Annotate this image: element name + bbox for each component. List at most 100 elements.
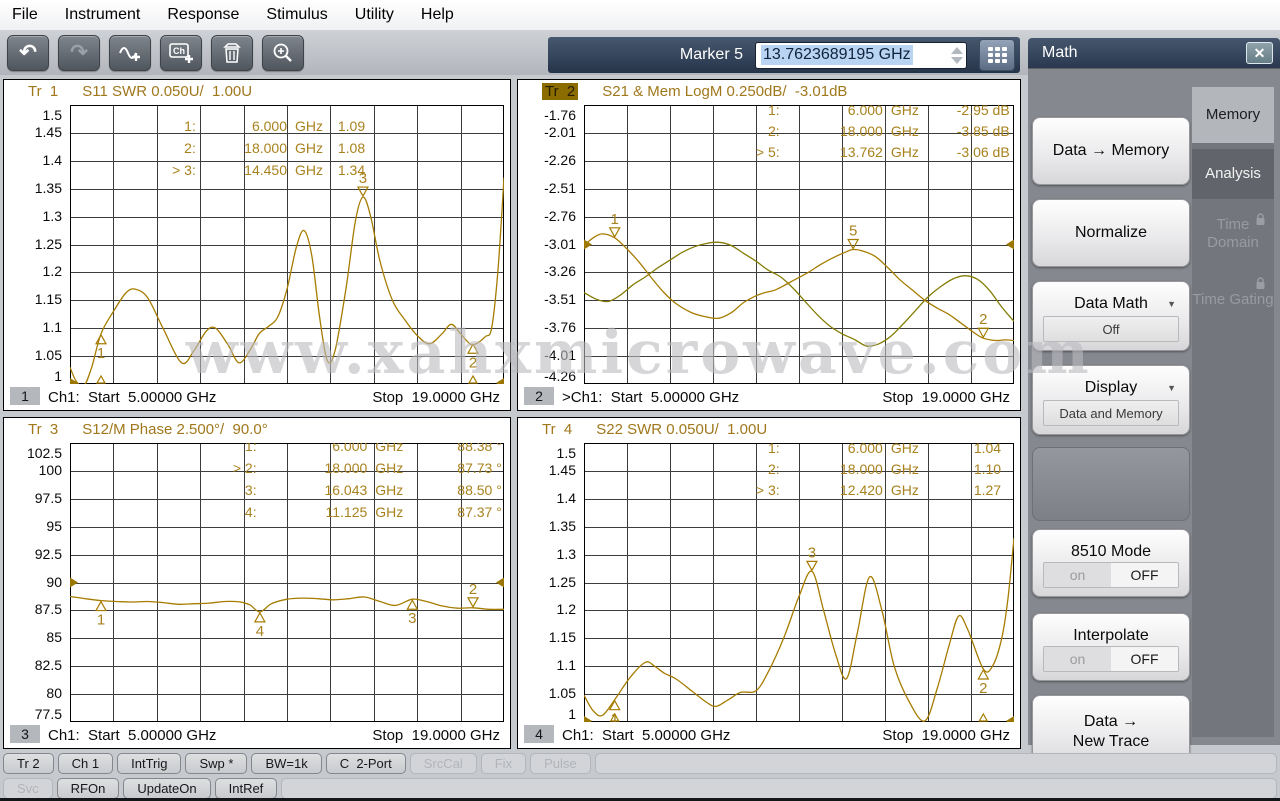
y-axis-tick: 1.05 xyxy=(548,685,576,702)
menu-response[interactable]: Response xyxy=(167,6,239,24)
trace-label[interactable]: Tr 2 xyxy=(542,83,579,100)
mode-8510-button[interactable]: 8510 Mode on OFF xyxy=(1032,529,1190,597)
data-math-button[interactable]: Data Math ▼ Off xyxy=(1032,281,1190,351)
plot-quadrant-2[interactable]: Tr 2 S21 & Mem LogM 0.250dB/ -3.01dB -1.76… xyxy=(517,79,1021,411)
svg-text:GHz: GHz xyxy=(295,162,323,178)
window-number-badge[interactable]: 2 xyxy=(524,387,554,405)
status-pulse[interactable]: Pulse xyxy=(530,753,591,774)
menu-instrument[interactable]: Instrument xyxy=(65,6,141,24)
trace-label[interactable]: Tr 1 xyxy=(28,83,58,100)
svg-text:Ch: Ch xyxy=(173,46,185,56)
svg-text:> 3:: > 3: xyxy=(756,482,780,498)
svg-text:GHz: GHz xyxy=(891,144,919,160)
status-bw-1k[interactable]: BW=1k xyxy=(251,753,322,774)
display-button[interactable]: Display ▼ Data and Memory xyxy=(1032,365,1190,435)
svg-text:1.27: 1.27 xyxy=(974,482,1001,498)
plot-quadrant-1[interactable]: Tr 1 S11 SWR 0.050U/ 1.00U 1.5 1.45 1.4 1.35 1… xyxy=(3,79,511,411)
redo-button[interactable]: ↷ xyxy=(58,34,100,71)
status-rfon[interactable]: RFOn xyxy=(56,778,120,799)
interpolate-button[interactable]: Interpolate on OFF xyxy=(1032,613,1190,681)
display-value[interactable]: Data and Memory xyxy=(1043,400,1179,426)
mode-8510-toggle[interactable]: on OFF xyxy=(1043,562,1179,588)
tab-analysis[interactable]: Analysis xyxy=(1192,149,1274,199)
data-to-memory-button[interactable]: Data → Memory xyxy=(1032,117,1190,185)
svg-text:1.09: 1.09 xyxy=(338,118,365,134)
y-axis-tick: 87.5 xyxy=(34,601,62,618)
trace-label[interactable]: Tr 4 xyxy=(542,421,572,438)
status-srccal[interactable]: SrcCal xyxy=(409,753,477,774)
channel-stimulus-stop: Stop 19.0000 GHz xyxy=(372,727,500,744)
status-svc[interactable]: Svc xyxy=(3,778,53,799)
svg-text:87.73 °: 87.73 ° xyxy=(457,460,502,476)
svg-text:> 5:: > 5: xyxy=(756,144,780,160)
y-axis-tick: 1.15 xyxy=(548,629,576,646)
svg-text:GHz: GHz xyxy=(295,118,323,134)
y-axis-tick: -3.01 xyxy=(544,235,576,252)
plot-quadrant-3[interactable]: Tr 3 S12/M Phase 2.500°/ 90.0° 102.5 100 97.… xyxy=(3,417,511,749)
marker-value[interactable]: 13.7623689195 GHz xyxy=(761,45,913,65)
svg-text:GHz: GHz xyxy=(891,482,919,498)
data-math-value[interactable]: Off xyxy=(1043,316,1179,342)
svg-text:3: 3 xyxy=(408,610,416,627)
svg-text:16.043: 16.043 xyxy=(324,482,367,498)
status-tr-2[interactable]: Tr 2 xyxy=(3,753,54,774)
svg-text:87.37 °: 87.37 ° xyxy=(457,504,502,520)
status-inttrig[interactable]: IntTrig xyxy=(117,753,182,774)
y-axis-tick: -3.76 xyxy=(544,319,576,336)
window-number-badge[interactable]: 4 xyxy=(524,725,554,743)
undo-icon: ↶ xyxy=(19,41,37,64)
spinner-down-icon[interactable] xyxy=(951,56,963,64)
marker-spinner[interactable] xyxy=(951,46,963,64)
y-axis-tick: -1.76 xyxy=(544,107,576,123)
close-icon: ✕ xyxy=(1253,44,1266,61)
keypad-icon xyxy=(987,47,1007,63)
window-number-badge[interactable]: 1 xyxy=(10,387,40,405)
add-trace-button[interactable] xyxy=(109,34,151,71)
y-axis-tick: 1.4 xyxy=(42,151,62,168)
svg-text:GHz: GHz xyxy=(375,443,403,454)
tab-time-domain: Time Domain xyxy=(1192,205,1274,263)
empty-button xyxy=(1032,447,1190,521)
plot-canvas: 1: 6.000 GHz 1.04 2: 18.000 GHz 1.10 > 3: 12.420 G… xyxy=(584,443,1014,722)
svg-text:2:: 2: xyxy=(184,140,196,156)
redo-icon: ↷ xyxy=(70,41,88,64)
zoom-button[interactable] xyxy=(262,34,304,71)
y-axis-tick: 1.4 xyxy=(556,489,576,506)
svg-text:6.000: 6.000 xyxy=(252,118,287,134)
status-intref[interactable]: IntRef xyxy=(214,778,278,799)
menu-stimulus[interactable]: Stimulus xyxy=(266,6,327,24)
undo-button[interactable]: ↶ xyxy=(7,34,49,71)
svg-text:2: 2 xyxy=(979,311,987,328)
status-swp-[interactable]: Swp * xyxy=(185,753,248,774)
close-button[interactable]: ✕ xyxy=(1246,42,1273,64)
delete-button[interactable] xyxy=(211,34,253,71)
menu-help[interactable]: Help xyxy=(421,6,454,24)
y-axis-tick: 1.5 xyxy=(42,107,62,123)
menu-bar: File Instrument Response Stimulus Utilit… xyxy=(0,0,1280,30)
y-axis-tick: 80 xyxy=(46,685,62,702)
status-ch-1[interactable]: Ch 1 xyxy=(57,753,114,774)
interpolate-toggle[interactable]: on OFF xyxy=(1043,646,1179,672)
keypad-button[interactable] xyxy=(979,39,1015,71)
y-axis-tick: -2.76 xyxy=(544,207,576,224)
status-updateon[interactable]: UpdateOn xyxy=(123,778,211,799)
chevron-down-icon: ▼ xyxy=(1167,383,1176,393)
plot-quadrant-4[interactable]: Tr 4 S22 SWR 0.050U/ 1.00U 1.5 1.45 1.4 1.35 1… xyxy=(517,417,1021,749)
add-channel-button[interactable]: Ch xyxy=(160,34,202,71)
svg-text:2:: 2: xyxy=(768,123,780,139)
channel-stimulus-start: >Ch1: Start 5.00000 GHz xyxy=(562,389,740,406)
normalize-button[interactable]: Normalize xyxy=(1032,199,1190,267)
trace-label[interactable]: Tr 3 xyxy=(28,421,58,438)
y-axis-tick: 97.5 xyxy=(34,489,62,506)
menu-utility[interactable]: Utility xyxy=(355,6,394,24)
spinner-up-icon[interactable] xyxy=(951,46,963,54)
window-number-badge[interactable]: 3 xyxy=(10,725,40,743)
y-axis-tick: 1.15 xyxy=(34,291,62,308)
menu-file[interactable]: File xyxy=(12,6,38,24)
svg-text:3:: 3: xyxy=(245,482,257,498)
tab-memory[interactable]: Memory xyxy=(1192,87,1274,143)
status-c-2-port[interactable]: C 2-Port xyxy=(325,753,406,774)
marker-value-input[interactable]: 13.7623689195 GHz xyxy=(755,41,967,69)
status-fix[interactable]: Fix xyxy=(480,753,527,774)
y-axis-tick: 1.1 xyxy=(42,319,62,336)
